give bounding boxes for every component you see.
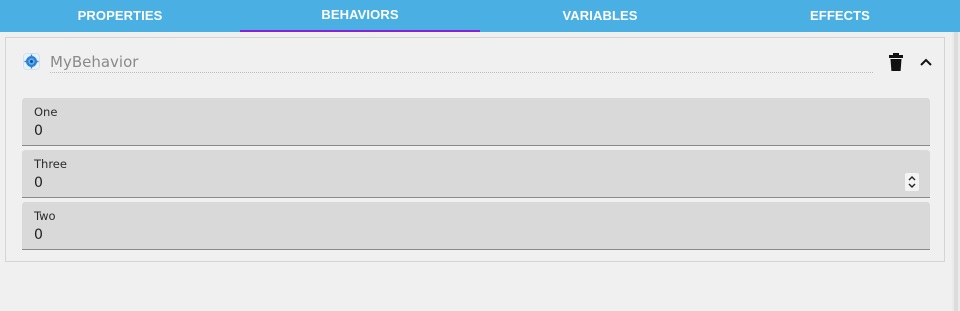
tab-variables[interactable]: VARIABLES <box>480 0 720 32</box>
field-label: Two <box>34 209 56 223</box>
tab-effects[interactable]: EFFECTS <box>720 0 960 32</box>
field-one[interactable]: One 0 <box>22 98 930 146</box>
chevron-up-icon[interactable] <box>918 54 934 70</box>
behavior-header: MyBehavior <box>6 38 944 88</box>
scrollbar-thumb[interactable] <box>954 32 958 311</box>
tab-bar: PROPERTIES BEHAVIORS VARIABLES EFFECTS <box>0 0 960 32</box>
field-value: 0 <box>34 227 43 243</box>
behavior-icon <box>23 53 40 70</box>
vertical-scrollbar[interactable] <box>952 32 960 311</box>
number-stepper[interactable] <box>905 173 919 191</box>
field-value: 0 <box>34 123 43 139</box>
tab-behaviors[interactable]: BEHAVIORS <box>240 0 480 32</box>
stepper-down-icon <box>908 183 916 188</box>
stepper-up-icon <box>908 176 916 181</box>
field-value: 0 <box>34 175 43 191</box>
field-two[interactable]: Two 0 <box>22 202 930 250</box>
behavior-panel: MyBehavior One 0 Three 0 Two 0 <box>5 37 945 262</box>
trash-icon[interactable] <box>887 52 905 72</box>
field-label: Three <box>34 157 67 171</box>
tab-properties[interactable]: PROPERTIES <box>0 0 240 32</box>
field-three[interactable]: Three 0 <box>22 150 930 198</box>
behavior-name-input[interactable]: MyBehavior <box>50 52 873 73</box>
field-label: One <box>34 105 58 119</box>
